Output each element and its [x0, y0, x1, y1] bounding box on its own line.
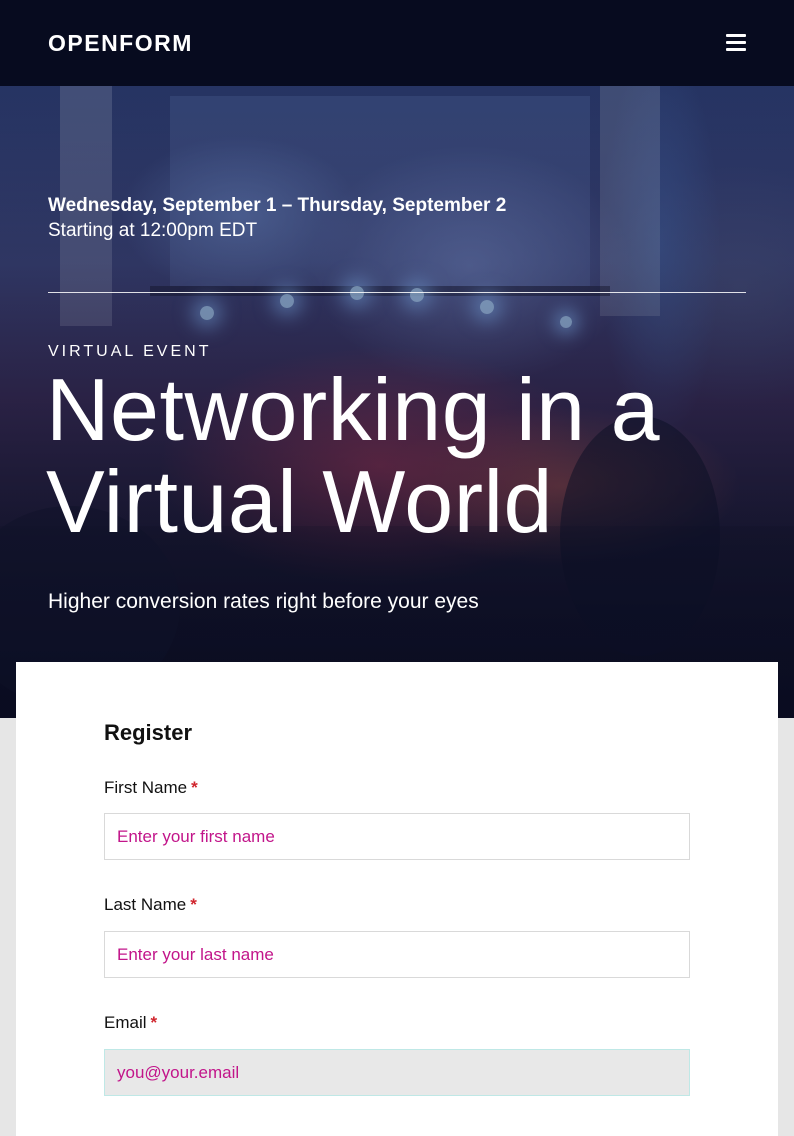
form-title: Register [104, 720, 193, 745]
email-label: Email * [104, 1013, 157, 1033]
required-marker: * [191, 778, 198, 797]
brand-logo[interactable]: OPENFORM [48, 30, 193, 56]
email-input[interactable] [104, 1049, 690, 1096]
hamburger-menu-icon[interactable] [722, 30, 750, 54]
event-start-time: Starting at 12:00pm EDT [48, 220, 258, 241]
last-name-input[interactable] [104, 931, 690, 978]
event-dates: Wednesday, September 1 – Thursday, Septe… [48, 195, 507, 216]
hero-subtitle: Higher conversion rates right before you… [48, 590, 479, 613]
hero-divider [48, 292, 746, 293]
last-name-label: Last Name * [104, 895, 197, 915]
required-marker: * [150, 1013, 158, 1032]
first-name-label-text: First Name [104, 778, 188, 797]
last-name-label-text: Last Name [104, 895, 187, 914]
top-navigation-bar: OPENFORM [0, 0, 794, 86]
first-name-input[interactable] [104, 813, 690, 860]
page-title-line-2: Virtual World [46, 452, 553, 551]
registration-form-card: Register First Name* Last Name* Email* [16, 662, 778, 1136]
page-title-line-1: Networking in a [46, 360, 661, 459]
required-marker: * [190, 895, 197, 914]
first-name-label: First Name * [104, 778, 198, 798]
event-type-label: VIRTUAL EVENT [48, 343, 212, 360]
page-title: Networking in a Virtual World [46, 364, 766, 548]
email-label-text: Email [104, 1013, 147, 1032]
